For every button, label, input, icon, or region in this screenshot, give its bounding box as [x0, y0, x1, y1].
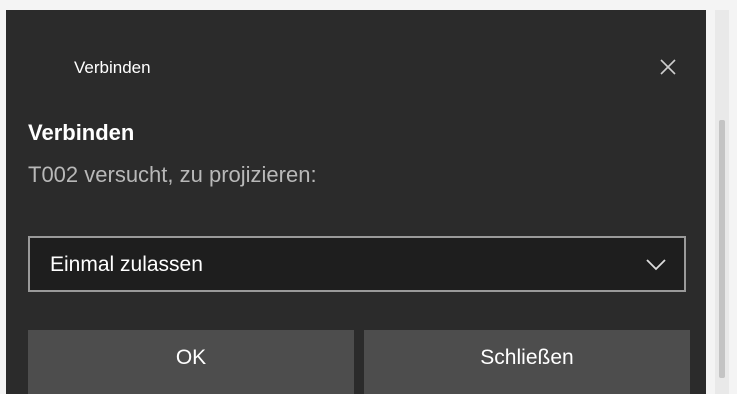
chevron-down-icon	[646, 259, 666, 271]
dialog-message: T002 versucht, zu projizieren:	[28, 162, 317, 187]
permission-select[interactable]: Einmal zulassen	[28, 236, 686, 292]
ok-button[interactable]: OK	[28, 330, 354, 394]
dialog-heading: Verbinden	[28, 120, 135, 145]
scrollbar[interactable]	[706, 10, 737, 394]
close-button[interactable]	[651, 50, 685, 84]
connect-dialog: Verbinden Verbinden T002 versucht, zu pr…	[6, 10, 706, 394]
close-icon	[660, 59, 676, 75]
permission-select-value: Einmal zulassen	[50, 253, 203, 276]
scrollbar-thumb[interactable]	[719, 120, 725, 378]
top-background-strip	[0, 0, 737, 10]
titlebar-title: Verbinden	[74, 58, 151, 77]
close-dialog-button[interactable]: Schließen	[364, 330, 690, 394]
